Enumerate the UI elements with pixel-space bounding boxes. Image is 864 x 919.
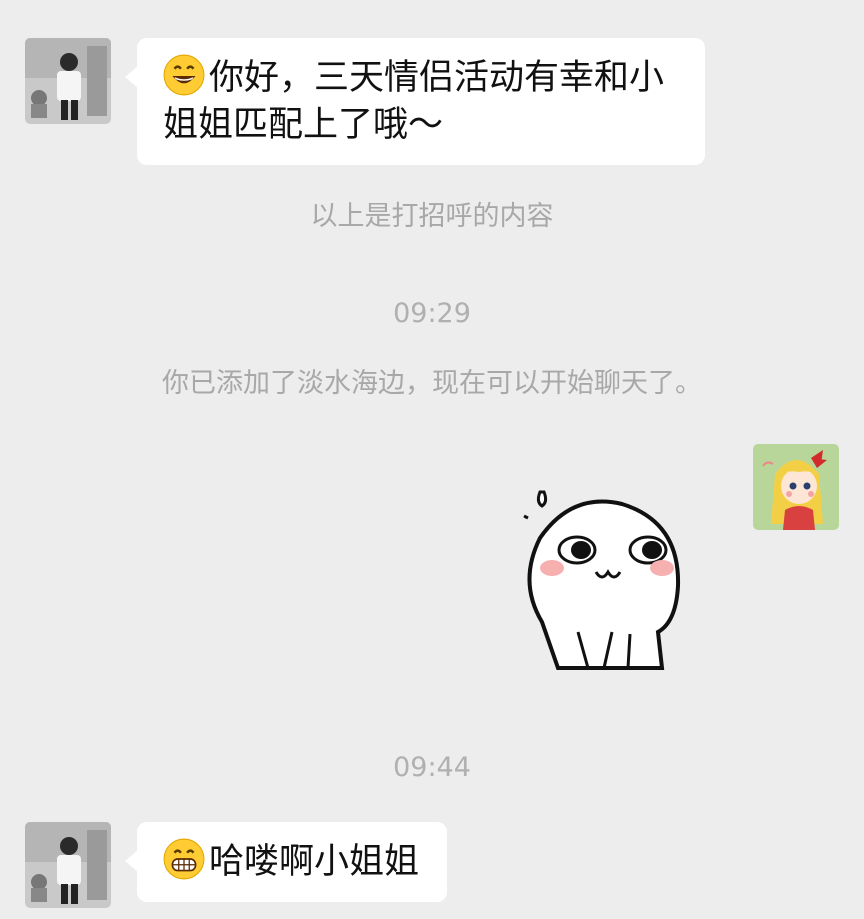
grinning-teeth-face-icon — [163, 838, 205, 880]
cute-white-blob-sticker[interactable] — [512, 482, 692, 672]
grinning-face-icon — [163, 54, 205, 96]
message-text: 哈喽啊小姐姐 — [209, 842, 420, 882]
contact-avatar[interactable] — [25, 38, 111, 124]
my-avatar[interactable] — [753, 444, 839, 530]
message-bubble[interactable]: 哈喽啊小姐姐 — [125, 822, 447, 902]
timestamp: 09:44 — [393, 752, 471, 783]
friend-added-note: 你已添加了淡水海边，现在可以开始聊天了。 — [162, 368, 702, 399]
contact-avatar[interactable] — [25, 822, 111, 908]
message-text: 你好，三天情侣活动有幸和小姐姐匹配上了哦～ — [163, 58, 665, 145]
timestamp: 09:29 — [393, 298, 471, 329]
greeting-note: 以上是打招呼的内容 — [310, 201, 554, 232]
message-bubble[interactable]: 你好，三天情侣活动有幸和小姐姐匹配上了哦～ — [125, 38, 705, 165]
